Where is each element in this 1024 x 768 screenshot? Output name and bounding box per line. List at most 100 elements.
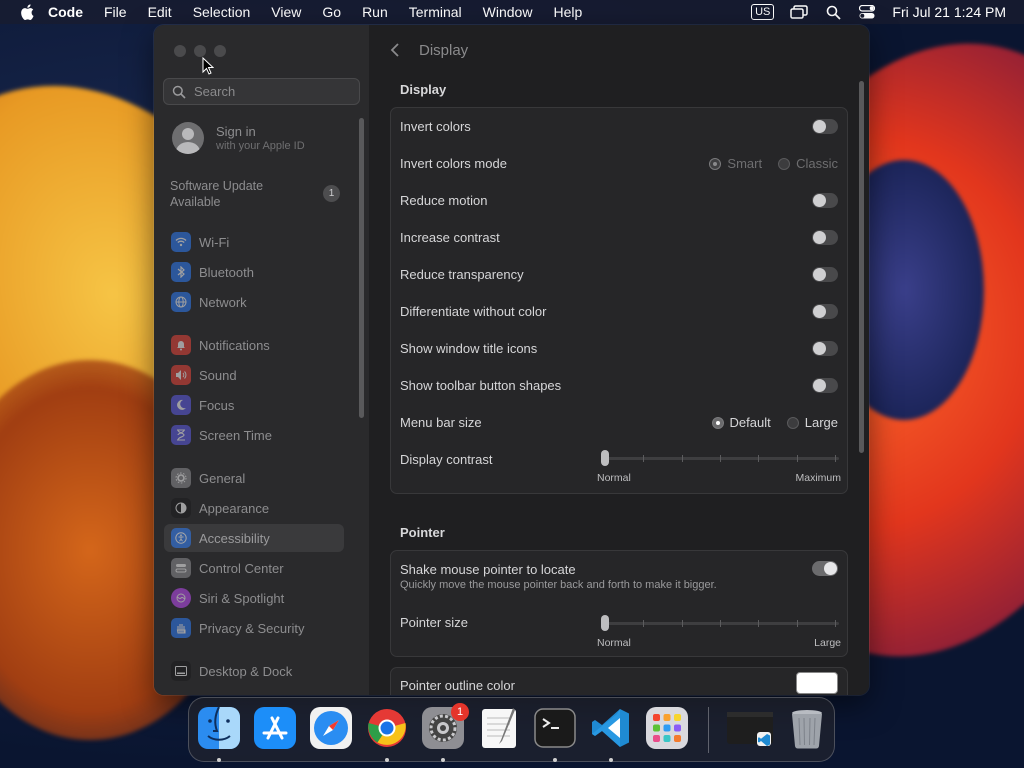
avatar: [172, 122, 204, 154]
menu-file[interactable]: File: [104, 4, 127, 20]
reduce-motion-toggle[interactable]: [812, 193, 838, 208]
zoom-button[interactable]: [214, 45, 226, 57]
dock-trash[interactable]: [785, 706, 829, 750]
minimize-button[interactable]: [194, 45, 206, 57]
finder-icon: [198, 706, 240, 749]
row-label: Invert colors mode: [400, 156, 507, 171]
slider-max-label: Large: [814, 637, 841, 649]
sidebar-item-privacy-security[interactable]: Privacy & Security: [164, 614, 344, 642]
slider-thumb[interactable]: [601, 615, 609, 631]
menu-window[interactable]: Window: [483, 4, 533, 20]
row-label: Display contrast: [400, 452, 493, 467]
sidebar-scrollbar[interactable]: [359, 118, 364, 418]
software-update-item[interactable]: Software Update Available 1: [170, 178, 340, 210]
show-window-title-icons-row: Show window title icons: [391, 330, 847, 367]
radio-large[interactable]: Large: [786, 415, 838, 430]
sidebar-item-focus[interactable]: Focus: [164, 391, 344, 419]
radio-smart[interactable]: Smart: [709, 156, 762, 171]
close-button[interactable]: [174, 45, 186, 57]
display-contrast-row: Display contrast Normal Maximum: [391, 441, 847, 493]
menu-go[interactable]: Go: [322, 4, 341, 20]
sidebar-item-control-center[interactable]: Control Center: [164, 554, 344, 582]
sidebar-item-label: Screen Time: [199, 427, 272, 443]
spotlight-search-icon[interactable]: [824, 4, 842, 20]
radio-default[interactable]: Default: [711, 415, 771, 430]
back-chevron-icon[interactable]: [389, 42, 403, 58]
dock-terminal[interactable]: [533, 706, 577, 750]
bluetooth-icon: [171, 262, 191, 282]
sidebar-item-bluetooth[interactable]: Bluetooth: [164, 258, 344, 286]
sidebar-item-appearance[interactable]: Appearance: [164, 494, 344, 522]
sidebar-item-label: Privacy & Security: [199, 620, 305, 636]
reduce-transparency-toggle[interactable]: [812, 267, 838, 282]
increase-contrast-row: Increase contrast: [391, 219, 847, 256]
show-toolbar-button-shapes-toggle[interactable]: [812, 378, 838, 393]
search-icon: [172, 85, 186, 99]
dock-vscode[interactable]: [589, 706, 633, 750]
increase-contrast-toggle[interactable]: [812, 230, 838, 245]
window-controls: [174, 45, 226, 57]
invert-colors-toggle[interactable]: [812, 119, 838, 134]
pane-scrollbar[interactable]: [859, 81, 864, 453]
control-center-icon[interactable]: [858, 4, 876, 20]
slider-thumb[interactable]: [601, 450, 609, 466]
dock-chrome[interactable]: [365, 706, 409, 750]
menu-terminal[interactable]: Terminal: [409, 4, 462, 20]
sidebar-item-accessibility[interactable]: Accessibility: [164, 524, 344, 552]
moon-icon: [171, 395, 191, 415]
search-input[interactable]: [192, 83, 356, 100]
row-label: Pointer outline color: [400, 678, 515, 693]
row-label: Show toolbar button shapes: [400, 378, 562, 393]
menu-edit[interactable]: Edit: [148, 4, 172, 20]
dock-safari[interactable]: [309, 706, 353, 750]
sidebar-item-wifi[interactable]: Wi-Fi: [164, 228, 344, 256]
dock-finder[interactable]: [197, 706, 241, 750]
sidebar-item-network[interactable]: Network: [164, 288, 344, 316]
sidebar-item-label: Siri & Spotlight: [199, 590, 285, 606]
sidebar-item-label: Sound: [199, 367, 237, 383]
sidebar-item-label: General: [199, 470, 246, 486]
display-contrast-slider[interactable]: Normal Maximum: [597, 448, 841, 484]
radio-classic[interactable]: Classic: [778, 156, 838, 171]
menu-help[interactable]: Help: [553, 4, 582, 20]
menu-app-name[interactable]: Code: [48, 4, 83, 20]
sidebar-item-general[interactable]: General: [164, 464, 344, 492]
chrome-icon: [368, 709, 406, 747]
invert-colors-row: Invert colors: [391, 108, 847, 145]
row-label: Menu bar size: [400, 415, 482, 430]
dock-textedit[interactable]: [477, 706, 521, 750]
display-settings-pane: Display Display Invert colors Invert col…: [369, 25, 869, 695]
sidebar-item-label: Desktop & Dock: [199, 663, 293, 679]
show-window-title-icons-toggle[interactable]: [812, 341, 838, 356]
sidebar-item-label: Control Center: [199, 560, 284, 576]
pointer-outline-color-well[interactable]: [796, 672, 838, 694]
page-title: Display: [419, 42, 469, 59]
slider-max-label: Maximum: [795, 472, 841, 484]
shake-pointer-toggle[interactable]: [812, 561, 838, 576]
screen-mirroring-icon[interactable]: [790, 4, 809, 20]
menu-selection[interactable]: Selection: [193, 4, 251, 20]
system-settings-window: Sign in with your Apple ID Software Upda…: [154, 25, 869, 695]
pointer-size-slider[interactable]: Normal Large: [597, 613, 841, 649]
differentiate-without-color-toggle[interactable]: [812, 304, 838, 319]
sidebar-item-notifications[interactable]: Notifications: [164, 331, 344, 359]
sidebar-item-sound[interactable]: Sound: [164, 361, 344, 389]
menu-run[interactable]: Run: [362, 4, 388, 20]
differentiate-without-color-row: Differentiate without color: [391, 293, 847, 330]
dock-launchpad[interactable]: [645, 706, 689, 750]
software-update-label: Software Update Available: [170, 179, 264, 209]
apple-id-signin[interactable]: Sign in with your Apple ID: [172, 122, 305, 154]
dock-app-store[interactable]: [253, 706, 297, 750]
sidebar-item-siri-spotlight[interactable]: Siri & Spotlight: [164, 584, 344, 612]
control-center-icon: [171, 558, 191, 578]
dock-minimized-window[interactable]: [725, 706, 775, 750]
sidebar-item-screen-time[interactable]: Screen Time: [164, 421, 344, 449]
menu-view[interactable]: View: [271, 4, 301, 20]
apple-menu-icon[interactable]: [20, 4, 34, 20]
row-label: Differentiate without color: [400, 304, 547, 319]
input-source-indicator[interactable]: US: [751, 4, 775, 20]
row-label: Reduce motion: [400, 193, 488, 208]
invert-mode-radio-group: Smart Classic: [709, 156, 838, 171]
sidebar-item-desktop-dock[interactable]: Desktop & Dock: [164, 657, 344, 685]
menu-bar-clock[interactable]: Fri Jul 21 1:24 PM: [892, 4, 1006, 20]
